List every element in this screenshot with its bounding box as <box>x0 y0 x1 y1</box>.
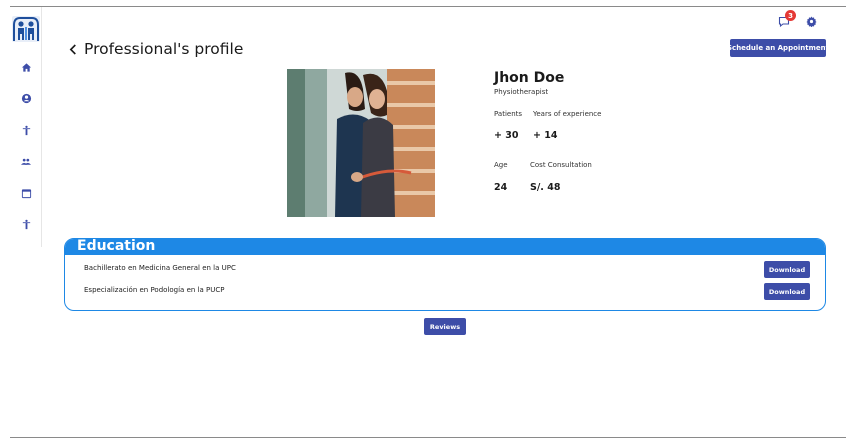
age-value: 24 <box>494 182 508 193</box>
cost-value: S/. 48 <box>530 182 561 193</box>
education-card: Education Bachillerato en Medicina Gener… <box>64 238 826 311</box>
reviews-button[interactable]: Reviews <box>424 318 466 335</box>
age-label: Age <box>494 161 508 169</box>
schedule-appointment-button[interactable]: Schedule an Appointment <box>727 39 829 57</box>
professional-role: Physiotherapist <box>494 88 549 96</box>
person-icon[interactable] <box>18 122 34 138</box>
education-item: Bachillerato en Medicina General en la U… <box>84 264 236 272</box>
experience-label: Years of experience <box>533 110 602 118</box>
calendar-icon[interactable] <box>18 185 34 201</box>
gear-icon[interactable] <box>804 14 818 28</box>
top-divider <box>10 6 846 7</box>
education-title: Education <box>77 238 156 254</box>
notification-badge: 3 <box>785 10 796 21</box>
account-circle-icon[interactable] <box>18 90 34 106</box>
home-icon[interactable] <box>18 59 34 75</box>
download-button[interactable]: Download <box>764 261 810 278</box>
education-header: Education <box>65 239 825 255</box>
download-button[interactable]: Download <box>764 283 810 300</box>
back-chevron-icon[interactable] <box>66 41 80 57</box>
patients-label: Patients <box>494 110 523 118</box>
education-item: Especialización en Podología en la PUCP <box>84 286 225 294</box>
group-icon[interactable] <box>18 153 34 169</box>
professional-photo <box>287 69 435 217</box>
cost-label: Cost Consultation <box>530 161 592 169</box>
app-logo <box>12 15 40 43</box>
bottom-divider <box>10 437 846 438</box>
professional-name: Jhon Doe <box>494 70 565 86</box>
patients-value: + 30 <box>494 130 519 141</box>
experience-value: + 14 <box>533 130 558 141</box>
person-icon[interactable] <box>18 216 34 232</box>
page-title: Professional's profile <box>84 40 244 58</box>
sidebar <box>10 7 42 247</box>
